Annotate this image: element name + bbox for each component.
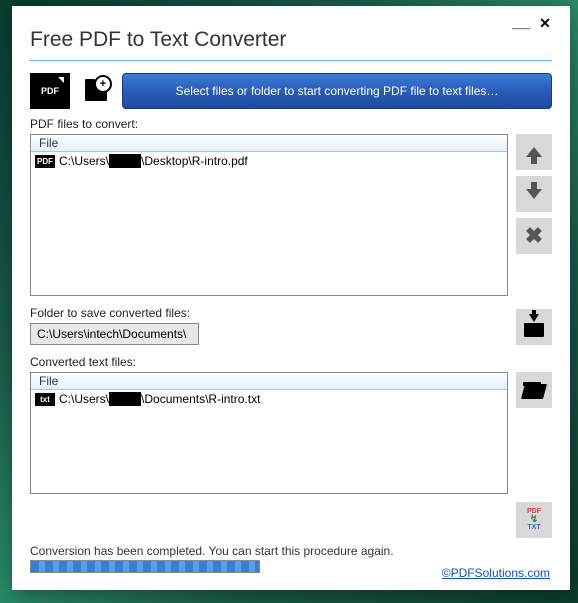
input-files-row: File PDF C:\Users\intech\Desktop\R-intro… — [30, 134, 552, 296]
move-up-button[interactable] — [516, 134, 552, 170]
file-path: C:\Users\intech\Documents\R-intro.txt — [59, 392, 260, 406]
progress-fill — [31, 561, 259, 572]
select-files-button[interactable]: Select files or folder to start converti… — [122, 73, 552, 109]
remove-button[interactable]: ✖ — [516, 218, 552, 254]
action-row: PDF ↯ TXT — [30, 502, 552, 538]
progress-bar — [30, 560, 260, 573]
toolbar: Select files or folder to start converti… — [30, 73, 552, 109]
output-files-list[interactable]: File txt C:\Users\intech\Documents\R-int… — [30, 372, 508, 494]
status-text: Conversion has been completed. You can s… — [30, 544, 552, 558]
input-list-header: File — [31, 135, 507, 152]
input-side-buttons: ✖ — [516, 134, 552, 296]
output-folder-input[interactable] — [30, 323, 199, 345]
browse-output-folder-button[interactable] — [516, 309, 552, 345]
pdf-icon: PDF — [35, 155, 55, 168]
app-title: Free PDF to Text Converter — [30, 28, 552, 61]
input-files-label: PDF files to convert: — [30, 117, 552, 131]
output-folder-row: Folder to save converted files: — [30, 306, 552, 345]
open-output-folder-button[interactable] — [516, 372, 552, 408]
txt-icon: txt — [35, 393, 55, 406]
add-folder-button[interactable] — [76, 73, 116, 109]
file-path: C:\Users\intech\Desktop\R-intro.pdf — [59, 154, 248, 168]
footer-link[interactable]: ©PDFSolutions.com — [442, 566, 550, 580]
app-window: __ ✕ Free PDF to Text Converter Select f… — [12, 6, 570, 590]
output-list-header: File — [31, 373, 507, 390]
list-item[interactable]: txt C:\Users\intech\Documents\R-intro.tx… — [31, 390, 507, 408]
output-side-buttons — [516, 372, 552, 494]
move-down-button[interactable] — [516, 176, 552, 212]
add-pdf-file-button[interactable] — [30, 73, 70, 109]
list-item[interactable]: PDF C:\Users\intech\Desktop\R-intro.pdf — [31, 152, 507, 170]
output-section: Converted text files: File txt C:\Users\… — [30, 355, 552, 494]
input-files-list[interactable]: File PDF C:\Users\intech\Desktop\R-intro… — [30, 134, 508, 296]
output-files-label: Converted text files: — [30, 355, 552, 369]
output-folder-label: Folder to save converted files: — [30, 306, 508, 320]
start-conversion-button[interactable]: PDF ↯ TXT — [516, 502, 552, 538]
